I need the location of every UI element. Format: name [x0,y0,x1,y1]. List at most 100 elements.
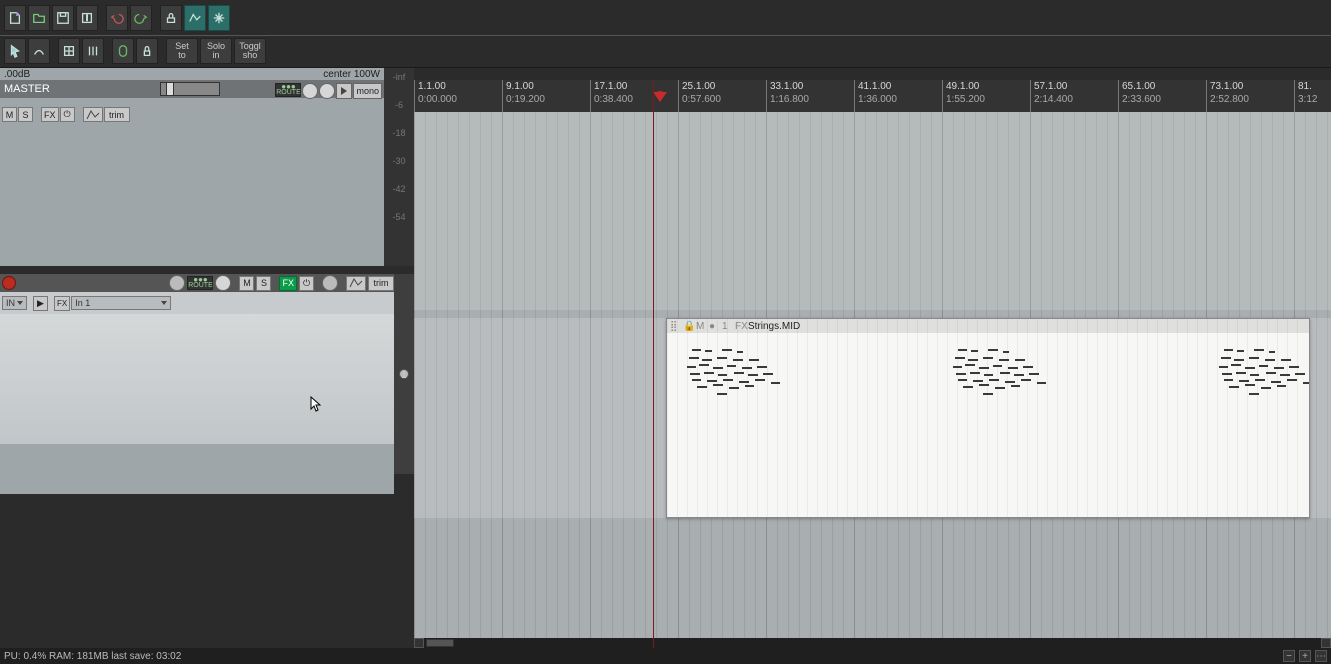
midi-note[interactable] [1224,349,1233,351]
midi-note[interactable] [707,380,717,382]
track-route-button[interactable]: ●●●ROUTE [187,276,213,290]
track-empty-area[interactable] [0,314,394,444]
toggle-show-button[interactable]: Togglsho [234,38,266,64]
rec-fx-button[interactable]: FX [54,296,70,311]
master-mono-button[interactable]: mono [353,83,382,99]
zoom-in-button[interactable]: + [1299,650,1311,662]
info-button[interactable]: i [76,5,98,31]
grid-toggle-button[interactable] [208,5,230,31]
zoom-out-button[interactable]: − [1283,650,1295,662]
input-mode-selector[interactable]: IN [2,296,27,310]
master-trim-button[interactable]: trim [104,107,130,122]
midi-note[interactable] [723,379,733,381]
midi-note[interactable] [734,372,744,374]
midi-note[interactable] [771,382,780,384]
timeline-ruler[interactable]: 1.1.000:00.0009.1.000:19.20017.1.000:38.… [414,80,1331,112]
rec-monitor-button[interactable]: ▶ [33,296,48,311]
save-button[interactable] [52,5,74,31]
midi-note[interactable] [958,379,967,381]
midi-note[interactable] [983,393,993,395]
track-pan-knob[interactable] [169,275,185,291]
track-fx-button[interactable]: FX [279,276,297,291]
track-meter[interactable]: 1 [394,274,414,474]
arrange-view[interactable]: ⣿ 🔒 M ● 1 FX Strings.MID [414,112,1331,648]
midi-note[interactable] [1221,357,1231,359]
midi-note[interactable] [1287,379,1297,381]
midi-note[interactable] [1303,382,1310,384]
tool-loop-button[interactable] [112,38,134,64]
track-phase-button[interactable] [215,275,231,291]
track-env-button[interactable] [346,276,366,291]
tool-cursor-button[interactable] [4,38,26,64]
track-fx-bypass-button[interactable]: ⏻ [299,276,314,291]
midi-note[interactable] [963,386,973,388]
midi-note[interactable] [733,359,743,361]
midi-note[interactable] [713,367,723,369]
midi-note[interactable] [970,372,980,374]
midi-note[interactable] [1254,349,1264,351]
master-solo-button[interactable]: S [18,107,33,122]
midi-note[interactable] [1224,379,1233,381]
midi-note[interactable] [690,373,700,375]
solo-in-button[interactable]: Soloin [200,38,232,64]
midi-note[interactable] [1234,359,1244,361]
master-fx-bypass-button[interactable]: ⏻ [60,107,75,122]
volume-handle[interactable] [166,82,174,96]
input-channel-selector[interactable]: In 1 [71,296,171,310]
midi-note[interactable] [1277,385,1286,387]
midi-note[interactable] [1014,374,1024,376]
track-1-tcp[interactable]: ●●●ROUTE M S FX ⏻ trim IN [0,274,414,474]
midi-note[interactable] [697,386,707,388]
scroll-thumb[interactable] [426,639,454,647]
midi-notes-area[interactable] [667,333,1309,513]
midi-note[interactable] [713,384,723,386]
midi-note[interactable] [1023,366,1033,368]
midi-note[interactable] [1281,359,1291,361]
midi-note[interactable] [984,374,993,376]
track-vol-knob[interactable] [322,275,338,291]
redo-button[interactable] [130,5,152,31]
tool-select-button[interactable] [28,38,50,64]
midi-note[interactable] [958,349,967,351]
master-fx-button[interactable]: FX [41,107,59,122]
tool-item-lock-button[interactable] [136,38,158,64]
tool-grid-button[interactable] [58,38,80,64]
undo-button[interactable] [106,5,128,31]
master-lane[interactable] [414,112,1331,310]
midi-note[interactable] [1000,372,1010,374]
track-solo-button[interactable]: S [256,276,271,291]
master-mute-button[interactable]: M [2,107,17,122]
midi-item-strings[interactable]: ⣿ 🔒 M ● 1 FX Strings.MID [666,318,1310,518]
master-volume-slider[interactable] [160,82,220,96]
new-project-button[interactable] [4,5,26,31]
tool-snap-button[interactable] [82,38,104,64]
midi-note[interactable] [1037,382,1046,384]
midi-note[interactable] [717,393,727,395]
midi-note[interactable] [983,357,993,359]
playhead-marker-icon[interactable] [653,92,667,102]
track-mute-button[interactable]: M [239,276,254,291]
midi-note[interactable] [1231,364,1241,366]
options-button[interactable]: ⋯ [1315,650,1327,662]
midi-note[interactable] [1280,374,1290,376]
master-route-button[interactable]: ●●●ROUTE [275,83,301,97]
track-trim-button[interactable]: trim [368,276,394,291]
midi-note[interactable] [973,380,983,382]
midi-note[interactable] [757,366,767,368]
midi-note[interactable] [1021,379,1031,381]
midi-note[interactable] [1274,367,1284,369]
record-arm-button[interactable] [2,276,16,290]
master-pan-knob[interactable] [302,83,318,99]
midi-note[interactable] [718,374,727,376]
set-to-button[interactable]: Setto [166,38,198,64]
midi-note[interactable] [1269,351,1275,353]
midi-note[interactable] [687,366,696,368]
master-env-button[interactable] [83,107,103,122]
scroll-left-button[interactable] [414,638,424,648]
midi-note[interactable] [1011,385,1020,387]
midi-note[interactable] [704,372,714,374]
midi-note[interactable] [717,357,727,359]
master-width-knob[interactable] [319,83,335,99]
envelope-toggle-button[interactable] [184,5,206,31]
midi-note[interactable] [1271,381,1281,383]
